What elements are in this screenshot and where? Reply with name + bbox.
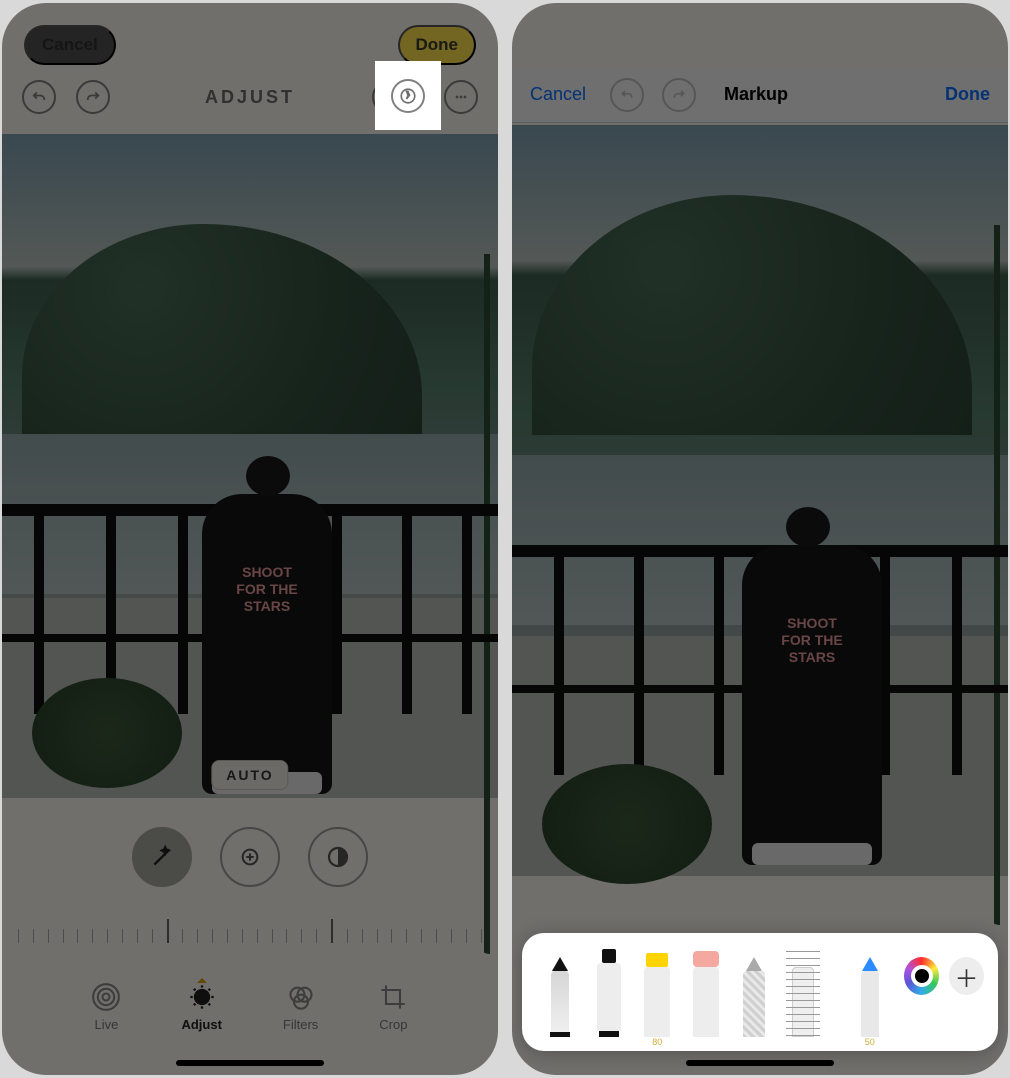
tab-filters[interactable]: Filters	[283, 983, 318, 1032]
cancel-button[interactable]: Cancel	[24, 25, 116, 65]
ruler-tool[interactable]	[783, 949, 824, 1049]
editor-tabs: Live Adjust Filters Crop	[2, 973, 498, 1041]
tab-live[interactable]: Live	[92, 983, 120, 1032]
markup-photo[interactable]: SHOOT FOR THE STARS	[512, 125, 1008, 876]
pencil-thin-tool[interactable]: 50	[850, 949, 891, 1049]
markup-title: Markup	[724, 84, 788, 105]
adjust-tools-row	[2, 818, 498, 896]
slider-ticks[interactable]	[18, 911, 482, 943]
undo-button[interactable]	[22, 80, 56, 114]
person-silhouette: SHOOT FOR THE STARS	[202, 494, 332, 794]
home-indicator[interactable]	[176, 1060, 324, 1066]
markup-highlight	[375, 61, 441, 130]
photo-preview: SHOOT FOR THE STARS AUTO	[2, 134, 498, 798]
exposure-tool[interactable]	[220, 827, 280, 887]
more-button[interactable]	[444, 80, 478, 114]
person-silhouette-2: SHOOT FOR THE STARS	[742, 545, 882, 865]
markup-cancel-button[interactable]: Cancel	[530, 84, 586, 105]
adjust-title: ADJUST	[205, 87, 295, 108]
add-shape-button[interactable]: ＋	[949, 957, 984, 995]
redo-button[interactable]	[76, 80, 110, 114]
markup-redo-button[interactable]	[662, 78, 696, 112]
tab-live-label: Live	[95, 1017, 119, 1032]
current-color-swatch	[911, 965, 933, 987]
marker-tool[interactable]	[589, 949, 630, 1049]
tab-crop-label: Crop	[379, 1017, 407, 1032]
phone-right: Cancel Markup Done SHOOT FOR THE	[512, 3, 1008, 1075]
color-picker[interactable]	[904, 957, 939, 995]
done-button[interactable]: Done	[398, 25, 477, 65]
eraser-tool[interactable]	[686, 949, 727, 1049]
home-indicator-right[interactable]	[686, 1060, 834, 1066]
tab-adjust-label: Adjust	[181, 1017, 221, 1032]
pen-tool[interactable]	[540, 949, 581, 1049]
contrast-tool[interactable]	[308, 827, 368, 887]
phone-left: Cancel Done ADJUST	[2, 3, 498, 1075]
markup-topbar: Cancel Markup Done	[512, 67, 1008, 123]
markup-undo-button[interactable]	[610, 78, 644, 112]
markup-icon	[391, 79, 425, 113]
highlighter-tool[interactable]: 80	[637, 949, 678, 1049]
lasso-tool[interactable]	[734, 949, 775, 1049]
tab-filters-label: Filters	[283, 1017, 318, 1032]
tab-adjust[interactable]: Adjust	[181, 983, 221, 1032]
markup-toolbar: 80 50 ＋	[522, 933, 998, 1051]
tab-crop[interactable]: Crop	[379, 983, 407, 1032]
auto-chip[interactable]: AUTO	[211, 760, 288, 790]
magic-wand-tool[interactable]	[132, 827, 192, 887]
markup-done-button[interactable]: Done	[945, 84, 990, 105]
